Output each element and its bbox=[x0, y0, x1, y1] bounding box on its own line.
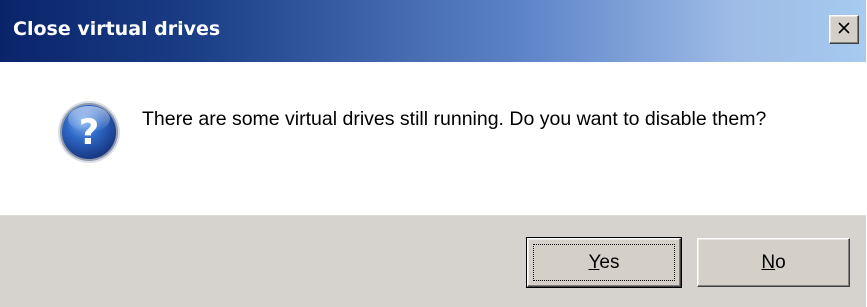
no-label-rest: o bbox=[775, 251, 786, 273]
dialog-message: There are some virtual drives still runn… bbox=[142, 108, 767, 130]
svg-text:?: ? bbox=[79, 113, 99, 153]
yes-label-rest: es bbox=[599, 251, 620, 273]
dialog-title: Close virtual drives bbox=[13, 18, 221, 40]
no-button[interactable]: No bbox=[697, 238, 850, 287]
dialog-footer: Yes No bbox=[0, 215, 866, 307]
yes-mnemonic: Y bbox=[588, 251, 600, 273]
yes-button-label: Yes bbox=[588, 252, 619, 274]
dialog-titlebar[interactable]: Close virtual drives bbox=[0, 0, 866, 62]
close-virtual-drives-dialog: Close virtual drives ? There are some vi… bbox=[0, 0, 866, 307]
close-button[interactable] bbox=[829, 15, 859, 44]
no-mnemonic: N bbox=[761, 251, 776, 273]
yes-button[interactable]: Yes bbox=[526, 237, 682, 288]
no-button-label: No bbox=[761, 252, 785, 274]
question-icon: ? bbox=[56, 99, 122, 165]
close-icon bbox=[837, 20, 851, 39]
dialog-content: ? There are some virtual drives still ru… bbox=[0, 62, 866, 215]
